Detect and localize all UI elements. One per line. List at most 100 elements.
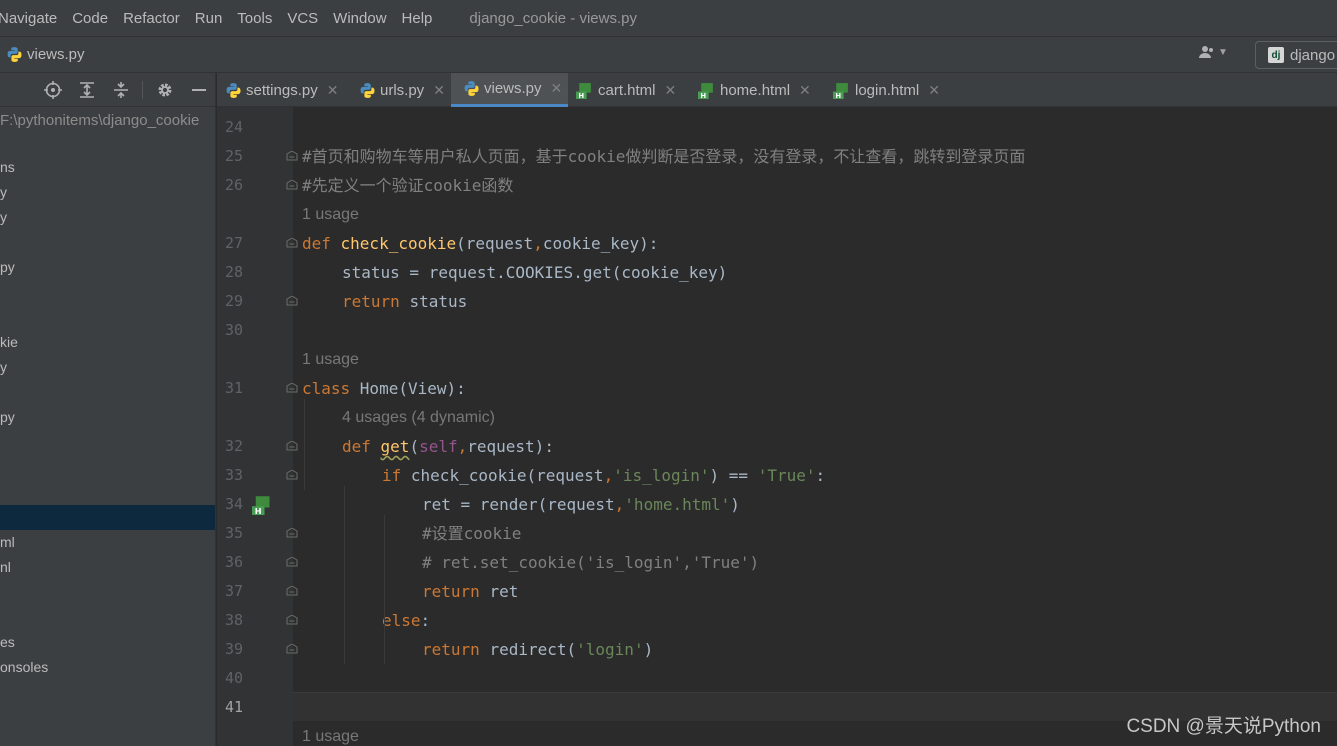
breadcrumb-file[interactable]: views.py (6, 46, 85, 63)
code-token: , (457, 437, 468, 456)
code-line[interactable]: def get(self,request): (342, 432, 554, 461)
usage-hint[interactable]: 4 usages (4 dynamic) (342, 403, 495, 432)
close-icon[interactable]: ✕ (799, 82, 811, 99)
expand-all-icon[interactable] (78, 81, 96, 99)
navigate-to-template-icon[interactable]: H (252, 495, 272, 515)
menu-item-help[interactable]: Help (402, 10, 433, 27)
code-line[interactable]: return redirect('login') (422, 635, 653, 664)
code-editor[interactable]: 24 25 26 27 28 29 30 31 32 33 34 H 35 36 37 38 39 40 41 #首… (217, 107, 1337, 746)
tree-item[interactable] (0, 430, 215, 455)
code-token: if (382, 466, 411, 485)
code-line[interactable]: def check_cookie(request,cookie_key): (302, 229, 658, 258)
user-menu[interactable]: ▼ (1199, 45, 1228, 59)
line-number: 27 (224, 234, 243, 252)
tree-item[interactable]: nl (0, 555, 215, 580)
tree-item[interactable]: y (0, 180, 215, 205)
code-token: request): (467, 437, 554, 456)
code-line[interactable]: if check_cookie(request,'is_login') == '… (382, 461, 825, 490)
close-icon[interactable]: ✕ (433, 82, 445, 99)
menu-item-navigate[interactable]: Navigate (0, 10, 57, 27)
code-token: ) == (709, 466, 758, 485)
code-token: return (422, 640, 490, 659)
code-token: class (302, 379, 360, 398)
code-line[interactable]: return status (342, 287, 467, 316)
code-token: check_cookie(request (410, 466, 604, 485)
tree-item[interactable] (0, 230, 215, 255)
code-line[interactable]: # ret.set_cookie('is_login','True') (422, 548, 759, 577)
tree-item[interactable]: kie (0, 330, 215, 355)
code-token: return (422, 582, 490, 601)
close-icon[interactable]: ✕ (665, 82, 677, 99)
code-line[interactable]: return ret (422, 577, 518, 606)
user-icon (1199, 46, 1213, 58)
line-number: 41 (224, 698, 243, 716)
tab-login-html[interactable]: Hlogin.html ✕ (833, 73, 940, 107)
code-line[interactable]: class Home(View): (302, 374, 466, 403)
menu-item-window[interactable]: Window (333, 10, 386, 27)
code-token: return (342, 292, 410, 311)
tab-urls-py[interactable]: urls.py ✕ (359, 73, 445, 107)
tab-label: login.html (855, 81, 920, 99)
tree-item[interactable]: ml (0, 530, 215, 555)
menu-item-vcs[interactable]: VCS (287, 10, 318, 27)
menu-item-code[interactable]: Code (72, 10, 108, 27)
tree-item[interactable] (0, 605, 215, 630)
tree-item[interactable]: y (0, 205, 215, 230)
run-configuration-select[interactable]: dj django (1255, 41, 1337, 69)
tab-cart-html[interactable]: Hcart.html ✕ (576, 73, 676, 107)
code-line[interactable]: #首页和购物车等用户私人页面，基于cookie做判断是否登录，没有登录，不让查看… (302, 142, 1025, 171)
tree-item[interactable]: ns (0, 155, 215, 180)
svg-text:H: H (700, 91, 706, 98)
project-toolbar (0, 73, 215, 107)
usage-hint[interactable]: 1 usage (302, 722, 359, 746)
menu-item-tools[interactable]: Tools (237, 10, 272, 27)
code-line[interactable]: ret = render(request,'home.html') (422, 490, 740, 519)
tree-item[interactable] (0, 505, 215, 530)
tab-views-py[interactable]: views.py ✕ (451, 73, 569, 107)
tree-item[interactable]: onsoles (0, 655, 215, 680)
code-token: , (614, 495, 625, 514)
tab-label: settings.py (246, 81, 318, 99)
tree-item[interactable] (0, 580, 215, 605)
menu-item-run[interactable]: Run (195, 10, 223, 27)
menu-item-refactor[interactable]: Refactor (123, 10, 180, 27)
usage-hint[interactable]: 1 usage (302, 345, 359, 374)
code-line[interactable]: status = request.COOKIES.get(cookie_key) (342, 258, 727, 287)
tree-item[interactable] (0, 380, 215, 405)
code-line[interactable]: #设置cookie (422, 519, 521, 548)
close-icon[interactable]: ✕ (327, 82, 339, 99)
code-line[interactable]: #先定义一个验证cookie函数 (302, 171, 513, 200)
project-root-path[interactable]: F:\pythonitems\django_cookie (0, 112, 199, 129)
crosshair-icon[interactable] (44, 81, 62, 99)
tab-label: home.html (720, 81, 791, 99)
window-title: django_cookie - views.py (469, 9, 637, 27)
usage-hint[interactable]: 1 usage (302, 200, 359, 229)
project-panel: F:\pythonitems\django_cookie ns y y py kie y p… (0, 73, 216, 746)
tree-item[interactable] (0, 305, 215, 330)
python-file-icon (464, 81, 479, 96)
breadcrumb-file-label: views.py (27, 46, 85, 63)
tree-item[interactable] (0, 280, 215, 305)
watermark: CSDN @景天说Python (1126, 716, 1321, 737)
line-number: 33 (224, 466, 243, 484)
tree-item[interactable]: y (0, 355, 215, 380)
code-token: #首页和购物车等用户私人页面，基于cookie做判断是否登录，没有登录，不让查看… (302, 147, 1026, 166)
collapse-all-icon[interactable] (112, 81, 130, 99)
tree-item[interactable]: es (0, 630, 215, 655)
code-line[interactable]: else: (382, 606, 430, 635)
tree-item[interactable] (0, 480, 215, 505)
code-area[interactable]: #首页和购物车等用户私人页面，基于cookie做判断是否登录，没有登录，不让查看… (293, 107, 1337, 746)
code-token: ) (730, 495, 740, 514)
toolbar-divider (142, 81, 143, 99)
close-icon[interactable]: ✕ (551, 80, 563, 97)
tab-home-html[interactable]: Hhome.html ✕ (698, 73, 811, 107)
gear-icon[interactable] (156, 81, 174, 99)
tab-settings-py[interactable]: settings.py ✕ (225, 73, 338, 107)
hide-panel-icon[interactable] (190, 81, 208, 99)
tree-item[interactable] (0, 455, 215, 480)
line-number: 31 (224, 379, 243, 397)
line-number: 38 (224, 611, 243, 629)
tree-item[interactable]: py (0, 405, 215, 430)
close-icon[interactable]: ✕ (928, 82, 940, 99)
tree-item[interactable]: py (0, 255, 215, 280)
